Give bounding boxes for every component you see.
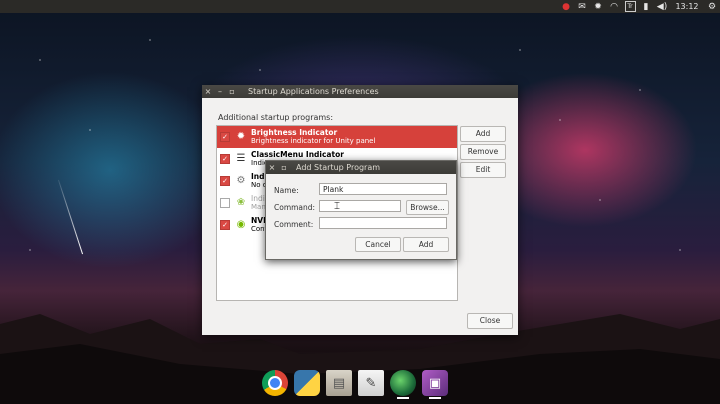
gear-icon: ⚙ xyxy=(236,175,246,186)
close-button[interactable]: Close xyxy=(467,313,513,329)
meteor-streak xyxy=(57,179,84,255)
wifi-icon[interactable]: ◠ xyxy=(606,0,622,13)
maximize-icon[interactable]: ▫ xyxy=(278,163,290,172)
checkbox[interactable]: ✓ xyxy=(220,220,230,230)
menu-icon: ☰ xyxy=(236,153,246,164)
clock[interactable]: 13:12 xyxy=(670,0,704,13)
top-panel: ● ✉ ✹ ◠ Tr ▮ ◀) 13:12 ⚙ xyxy=(0,0,720,13)
list-item[interactable]: ✓ ✹ Brightness Indicator Brightness indic… xyxy=(217,126,457,148)
program-name: ClassicMenu Indicator xyxy=(251,150,344,159)
program-name: Brightness Indicator xyxy=(251,128,338,137)
cancel-button[interactable]: Cancel xyxy=(355,237,401,252)
power-gear-icon[interactable]: ⚙ xyxy=(704,0,720,13)
checkbox[interactable] xyxy=(220,198,230,208)
nvidia-icon: ◉ xyxy=(236,219,246,230)
section-label: Additional startup programs: xyxy=(218,113,334,122)
archive-icon[interactable]: ▤ xyxy=(326,370,352,396)
name-field[interactable]: Plank xyxy=(319,183,447,195)
command-field[interactable] xyxy=(319,200,401,212)
close-icon[interactable]: × xyxy=(202,87,214,96)
leaf-icon: ❀ xyxy=(236,197,246,208)
close-icon[interactable]: × xyxy=(266,163,278,172)
sun-icon: ✹ xyxy=(236,131,246,142)
brightness-icon[interactable]: ✹ xyxy=(590,0,606,13)
window-title: Startup Applications Preferences xyxy=(248,87,379,96)
checkbox[interactable]: ✓ xyxy=(220,154,230,164)
dock: ▤ ✎ ▣ xyxy=(262,370,448,400)
program-desc: Brightness indicator for Unity panel xyxy=(251,137,376,145)
record-icon[interactable]: ● xyxy=(558,0,574,13)
checkbox[interactable]: ✓ xyxy=(220,176,230,186)
mail-icon[interactable]: ✉ xyxy=(574,0,590,13)
edit-button[interactable]: Edit xyxy=(460,162,506,178)
remove-button[interactable]: Remove xyxy=(460,144,506,160)
volume-icon[interactable]: ◀) xyxy=(654,0,670,13)
python-icon[interactable] xyxy=(294,370,320,396)
command-label: Command: xyxy=(274,203,316,212)
maximize-icon[interactable]: ▫ xyxy=(226,87,238,96)
add-button[interactable]: Add xyxy=(460,126,506,142)
browse-button[interactable]: Browse... xyxy=(406,200,449,215)
globe-icon[interactable] xyxy=(390,370,416,399)
mouse-pointer-icon: ⌶ xyxy=(334,201,340,212)
keyboard-icon[interactable]: Tr xyxy=(622,0,638,13)
dialog-title: Add Startup Program xyxy=(296,163,381,172)
add-startup-program-dialog: × ▫ Add Startup Program Name: Plank Comm… xyxy=(265,160,457,260)
add-program-button[interactable]: Add xyxy=(403,237,449,252)
chrome-icon[interactable] xyxy=(262,370,288,396)
checkbox[interactable]: ✓ xyxy=(220,132,230,142)
window-titlebar: × – ▫ Startup Applications Preferences xyxy=(202,85,518,98)
comment-field[interactable] xyxy=(319,217,447,229)
comment-label: Comment: xyxy=(274,220,314,229)
battery-icon[interactable]: ▮ xyxy=(638,0,654,13)
name-label: Name: xyxy=(274,186,299,195)
keyboard-layout-label: Tr xyxy=(624,1,636,12)
photos-icon[interactable]: ▣ xyxy=(422,370,448,399)
text-editor-icon[interactable]: ✎ xyxy=(358,370,384,396)
dialog-titlebar: × ▫ Add Startup Program xyxy=(266,161,456,174)
minimize-icon[interactable]: – xyxy=(214,87,226,96)
